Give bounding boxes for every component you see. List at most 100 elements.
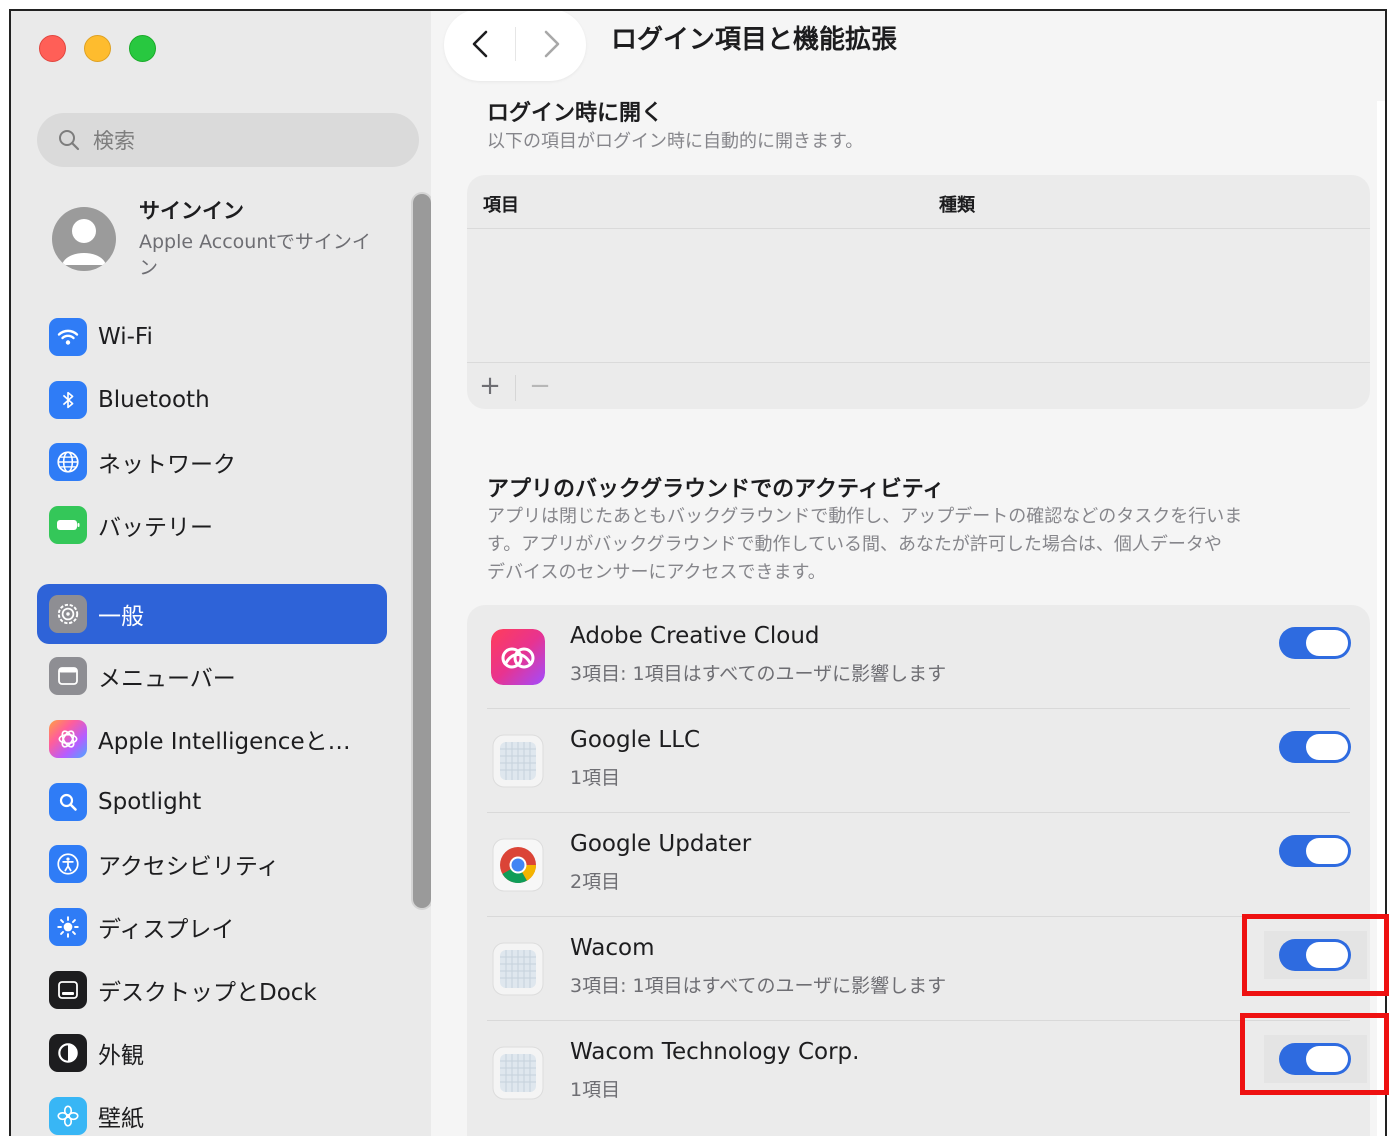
- generic-app-icon: [491, 941, 545, 997]
- sidebar-item-label: 一般: [98, 604, 144, 630]
- sidebar-item-wifi[interactable]: Wi-Fi: [37, 307, 387, 367]
- sidebar-item-battery[interactable]: バッテリー: [37, 495, 387, 555]
- app-name: Google LLC: [570, 727, 701, 753]
- account-subtitle: Apple Accountでサインイン: [139, 231, 371, 279]
- generic-app-icon: [491, 733, 545, 789]
- sidebar-item-label: メニューバー: [98, 666, 236, 692]
- toggle-knob: [1306, 838, 1348, 864]
- avatar: [52, 207, 116, 271]
- app-detail: 3項目: 1項目はすべてのユーザに影響します: [570, 663, 947, 685]
- display-icon: [49, 908, 87, 946]
- nav-separator: [515, 27, 516, 61]
- list-item: Wacom 3項目: 1項目はすべてのユーザに影響します: [467, 917, 1370, 1021]
- app-detail: 1項目: [570, 1079, 621, 1101]
- login-items-list[interactable]: [467, 229, 1370, 363]
- sidebar-item-label: Apple Intelligenceと…: [98, 729, 351, 755]
- sidebar-item-network[interactable]: ネットワーク: [37, 432, 387, 492]
- sidebar-item-accessibility[interactable]: アクセシビリティ: [37, 834, 387, 894]
- sidebar-item-apple-intelligence[interactable]: Apple Intelligenceと…: [37, 709, 387, 769]
- zoom-window-button[interactable]: [129, 35, 156, 62]
- sidebar-item-label: Spotlight: [98, 789, 202, 815]
- search-icon: [59, 130, 80, 151]
- app-name: Adobe Creative Cloud: [570, 623, 820, 649]
- app-detail: 3項目: 1項目はすべてのユーザに影響します: [570, 975, 947, 997]
- close-window-button[interactable]: [39, 35, 66, 62]
- bluetooth-icon: [49, 381, 87, 419]
- dock-icon: [49, 971, 87, 1009]
- sidebar-item-display[interactable]: ディスプレイ: [37, 897, 387, 957]
- spotlight-icon: [49, 783, 87, 821]
- column-header-kind[interactable]: 種類: [939, 191, 975, 217]
- appearance-icon: [49, 1034, 87, 1072]
- sidebar-item-menubar[interactable]: メニューバー: [37, 646, 387, 706]
- sidebar-item-wallpaper[interactable]: 壁紙: [37, 1086, 387, 1136]
- app-detail: 2項目: [570, 871, 621, 893]
- sidebar-item-label: Wi-Fi: [98, 324, 153, 350]
- wifi-icon: [49, 318, 87, 356]
- menubar-icon: [49, 657, 87, 695]
- gear-icon: [49, 595, 87, 633]
- sidebar-item-desktop-dock[interactable]: デスクトップとDock: [37, 960, 387, 1020]
- background-apps-list: Adobe Creative Cloud 3項目: 1項目はすべてのユーザに影響…: [467, 605, 1370, 1136]
- app-detail: 1項目: [570, 767, 621, 789]
- list-item: Adobe Creative Cloud 3項目: 1項目はすべてのユーザに影響…: [467, 605, 1370, 709]
- apple-intelligence-icon: [49, 720, 87, 758]
- sidebar-item-appearance[interactable]: 外観: [37, 1023, 387, 1083]
- adobe-cc-icon: [491, 629, 545, 685]
- list-item: Wacom Technology Corp. 1項目: [467, 1021, 1370, 1125]
- sidebar-item-label: 外観: [98, 1043, 144, 1069]
- accessibility-icon: [49, 845, 87, 883]
- account-signin[interactable]: サインイン Apple Accountでサインイン: [52, 195, 392, 285]
- background-section-title: アプリのバックグラウンドでのアクティビティ: [487, 477, 945, 502]
- sidebar-item-label: アクセシビリティ: [98, 854, 280, 880]
- list-item: Google Updater 2項目: [467, 813, 1370, 917]
- generic-app-icon: [491, 1045, 545, 1101]
- app-name: Google Updater: [570, 831, 752, 857]
- login-section-description: 以下の項目がログイン時に自動的に開きます。: [487, 131, 864, 152]
- background-toggle[interactable]: [1279, 835, 1351, 867]
- background-description-line: デバイスのセンサーにアクセスできます。: [487, 562, 826, 583]
- background-description-line: す。アプリがバックグラウンドで動作している間、あなたが許可した場合は、個人データ…: [487, 534, 1222, 555]
- sidebar: 検索 サインイン Apple Accountでサインイン Wi-Fi Bluet…: [11, 11, 431, 1136]
- sidebar-item-label: バッテリー: [98, 515, 213, 541]
- navigation-buttons: [444, 11, 586, 81]
- sidebar-item-label: ネットワーク: [98, 452, 236, 478]
- background-description-line: アプリは閉じたあともバックグラウンドで動作し、アップデートの確認などのタスクを行…: [487, 506, 1243, 527]
- add-login-item-button[interactable]: +: [479, 373, 501, 400]
- system-settings-window: 検索 サインイン Apple Accountでサインイン Wi-Fi Bluet…: [0, 0, 1390, 1136]
- battery-icon: [49, 506, 87, 544]
- table-header: 項目 種類: [467, 175, 1370, 229]
- sidebar-item-spotlight[interactable]: Spotlight: [37, 772, 387, 832]
- background-toggle[interactable]: [1279, 627, 1351, 659]
- wallpaper-icon: [49, 1097, 87, 1135]
- sidebar-item-general[interactable]: 一般: [37, 584, 387, 644]
- search-placeholder: 検索: [93, 129, 135, 153]
- list-item: Google LLC 1項目: [467, 709, 1370, 813]
- toggle-knob: [1306, 630, 1348, 656]
- globe-icon: [49, 443, 87, 481]
- back-button[interactable]: [466, 27, 496, 61]
- button-separator: [515, 375, 516, 401]
- login-section-title: ログイン時に開く: [487, 101, 664, 126]
- sidebar-item-label: デスクトップとDock: [98, 980, 317, 1006]
- remove-login-item-button[interactable]: −: [529, 373, 551, 400]
- account-title: サインイン: [139, 199, 244, 223]
- app-name: Wacom Technology Corp.: [570, 1039, 860, 1065]
- column-header-item[interactable]: 項目: [483, 191, 519, 217]
- page-title: ログイン項目と機能拡張: [611, 25, 898, 55]
- sidebar-item-label: 壁紙: [98, 1106, 144, 1132]
- highlight-box-wacom-toggle: [1242, 914, 1389, 996]
- sidebar-item-label: ディスプレイ: [98, 917, 235, 943]
- highlight-box-wacom-technology-toggle: [1240, 1013, 1389, 1095]
- forward-button[interactable]: [536, 27, 566, 61]
- app-name: Wacom: [570, 935, 655, 961]
- search-input[interactable]: 検索: [37, 113, 419, 167]
- minimize-window-button[interactable]: [84, 35, 111, 62]
- sidebar-scrollbar[interactable]: [413, 194, 431, 908]
- sidebar-item-bluetooth[interactable]: Bluetooth: [37, 370, 387, 430]
- chrome-icon: [491, 837, 545, 893]
- toggle-knob: [1306, 734, 1348, 760]
- background-toggle[interactable]: [1279, 731, 1351, 763]
- login-items-table: 項目 種類 + −: [467, 175, 1370, 409]
- sidebar-item-label: Bluetooth: [98, 387, 210, 413]
